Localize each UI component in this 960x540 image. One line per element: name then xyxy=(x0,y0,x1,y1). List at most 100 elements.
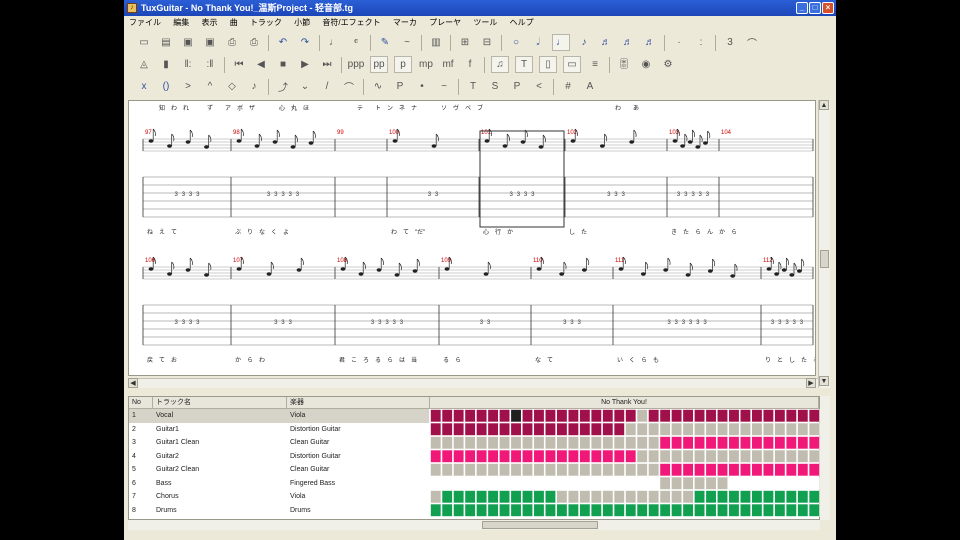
measure-cell[interactable] xyxy=(567,503,579,517)
measure-cell[interactable] xyxy=(476,409,488,423)
measure-cell[interactable] xyxy=(659,449,671,463)
heavy-accent-icon[interactable]: ^ xyxy=(202,79,218,95)
measure-cell[interactable] xyxy=(739,463,751,477)
measure-cell[interactable] xyxy=(453,422,465,436)
measure-cell[interactable] xyxy=(797,490,809,504)
measure-cell[interactable] xyxy=(487,463,499,477)
measure-cell[interactable] xyxy=(441,436,453,450)
measure-cell[interactable] xyxy=(579,436,591,450)
measure-cell[interactable] xyxy=(590,490,602,504)
measure-cell[interactable] xyxy=(521,490,534,504)
measure-cell[interactable] xyxy=(659,436,671,450)
measure-cell[interactable] xyxy=(613,409,625,423)
measure-cell[interactable] xyxy=(797,436,809,450)
measure-cell[interactable] xyxy=(533,422,545,436)
measure-cell[interactable] xyxy=(762,436,774,450)
measure-cell[interactable] xyxy=(808,436,820,450)
measure-cell[interactable] xyxy=(602,449,614,463)
measure-cell[interactable] xyxy=(487,422,499,436)
measure-cell[interactable] xyxy=(430,449,442,463)
measure-cell[interactable] xyxy=(556,490,568,504)
measure-cell[interactable] xyxy=(602,422,614,436)
measure-cell[interactable] xyxy=(441,449,453,463)
measure-cell[interactable] xyxy=(671,503,683,517)
measure-cell[interactable] xyxy=(464,463,476,477)
double-dotted-icon[interactable]: : xyxy=(693,35,709,51)
measure-cell[interactable] xyxy=(636,463,648,477)
measure-cell[interactable] xyxy=(751,490,763,504)
measure-cell[interactable] xyxy=(567,463,579,477)
measure-cell[interactable] xyxy=(671,436,683,450)
track-row[interactable]: 8 Drums Drums xyxy=(129,504,429,518)
measure-cell[interactable] xyxy=(785,476,797,490)
measure-cell[interactable] xyxy=(694,422,706,436)
measure-cell[interactable] xyxy=(602,436,614,450)
measure-cell[interactable] xyxy=(739,409,751,423)
stop-icon[interactable]: ■ xyxy=(275,57,291,73)
measure-cell[interactable] xyxy=(499,490,511,504)
track-row[interactable]: 1 Vocal Viola xyxy=(129,409,429,423)
score-editor[interactable]: 知 わ れ ず ア ボ ザ 心 丸 ほ テ ト ン ネ ナ ソ ヴ ベ ブ わ … xyxy=(128,100,816,376)
ghost-note-icon[interactable]: () xyxy=(158,79,174,95)
chord-icon[interactable]: # xyxy=(560,79,576,95)
measure-cell[interactable] xyxy=(774,463,786,477)
measure-cell[interactable] xyxy=(441,409,453,423)
thirty-second-note-icon[interactable]: ♬ xyxy=(620,35,636,51)
last-icon[interactable]: ⏭ xyxy=(319,57,335,73)
measure-cell[interactable] xyxy=(556,449,568,463)
measure-cell[interactable] xyxy=(728,463,740,477)
measure-cell[interactable] xyxy=(705,503,717,517)
measure-cell[interactable] xyxy=(716,422,729,436)
sixty-fourth-note-icon[interactable]: ♬ xyxy=(642,35,658,51)
fretboard-icon[interactable]: ▥ xyxy=(428,35,444,51)
measure-cell[interactable] xyxy=(476,503,488,517)
measure-cell[interactable] xyxy=(705,476,717,490)
measure-cell[interactable] xyxy=(544,409,556,423)
measure-cell[interactable] xyxy=(648,436,660,450)
save-icon[interactable]: ▣ xyxy=(180,35,196,51)
dynamics-f-icon[interactable]: f xyxy=(462,57,478,73)
measure-cell[interactable] xyxy=(464,422,476,436)
quarter-note-icon[interactable]: ♩ xyxy=(552,34,570,51)
measure-cell[interactable] xyxy=(808,503,820,517)
measure-cell[interactable] xyxy=(544,503,556,517)
measure-cell[interactable] xyxy=(613,476,625,490)
header-instrument[interactable]: 楽器 xyxy=(287,397,430,409)
measure-cell[interactable] xyxy=(430,422,442,436)
measure-cell[interactable] xyxy=(751,422,763,436)
measure-cell[interactable] xyxy=(716,476,729,490)
measure-cell[interactable] xyxy=(602,463,614,477)
track-vertical-scrollbar[interactable] xyxy=(820,396,830,520)
header-track-name[interactable]: トラック名 xyxy=(153,397,287,409)
measure-cell[interactable] xyxy=(567,476,579,490)
print-preview-icon[interactable]: ⎙ xyxy=(246,35,262,51)
eighth-note-icon[interactable]: ♪ xyxy=(576,35,592,51)
measure-cell[interactable] xyxy=(716,409,729,423)
measure-cell[interactable] xyxy=(694,436,706,450)
harmonic-icon[interactable]: ◇ xyxy=(224,79,240,95)
measure-cell[interactable] xyxy=(613,463,625,477)
measure-cell[interactable] xyxy=(521,436,534,450)
measure-cell[interactable] xyxy=(464,449,476,463)
measure-cell[interactable] xyxy=(487,503,499,517)
measure-cell[interactable] xyxy=(487,409,499,423)
measure-cell[interactable] xyxy=(785,463,797,477)
menu-note-effect[interactable]: 音符/エフェクト xyxy=(317,16,385,29)
measure-cell[interactable] xyxy=(785,422,797,436)
score-view-icon[interactable]: ♫ xyxy=(491,56,509,73)
measure-cell[interactable] xyxy=(785,503,797,517)
measure-cell[interactable] xyxy=(602,490,614,504)
measure-cell[interactable] xyxy=(671,463,683,477)
track-scroll-thumb[interactable] xyxy=(482,521,598,529)
undo-icon[interactable]: ↶ xyxy=(275,35,291,51)
measure-cell[interactable] xyxy=(544,422,556,436)
measure-cell[interactable] xyxy=(716,503,729,517)
scroll-left-icon[interactable]: ◀ xyxy=(128,378,138,388)
score-vertical-scrollbar[interactable]: ▲ ▼ xyxy=(818,100,830,388)
measure-cell[interactable] xyxy=(556,476,568,490)
measure-cell[interactable] xyxy=(625,409,637,423)
repeat-open-icon[interactable]: ‖: xyxy=(180,57,196,73)
measure-cell[interactable] xyxy=(682,490,694,504)
measure-cell[interactable] xyxy=(625,436,637,450)
measure-cell[interactable] xyxy=(579,476,591,490)
